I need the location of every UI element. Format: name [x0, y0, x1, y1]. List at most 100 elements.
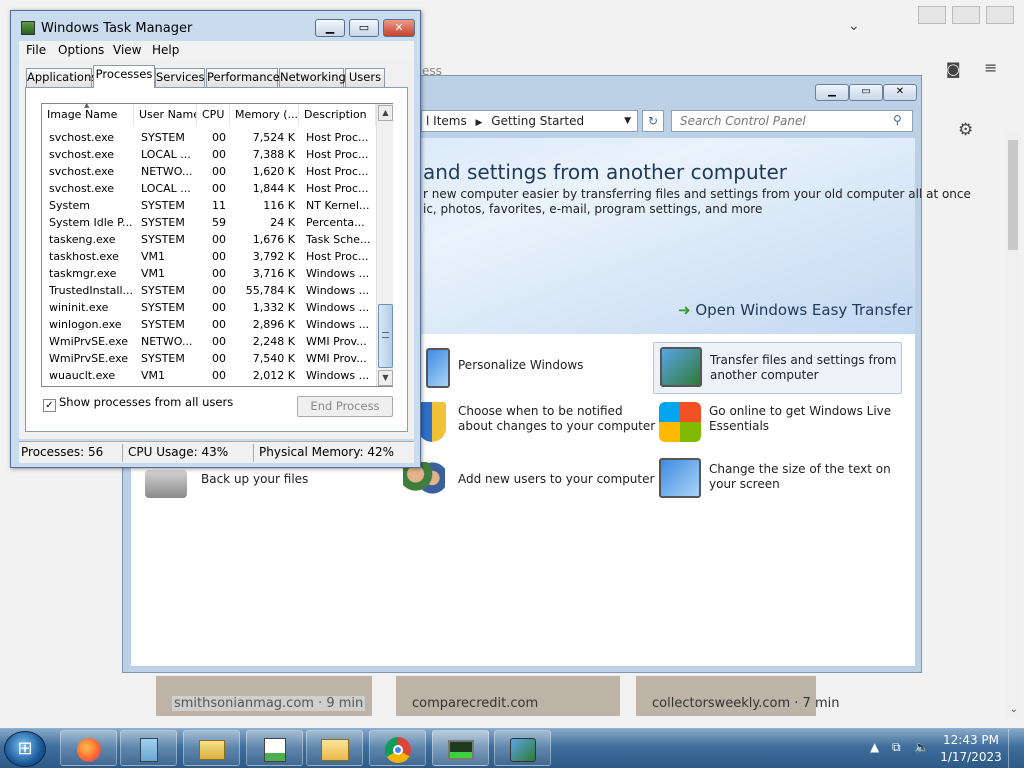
table-row[interactable]: System SYSTEM 11 116 K NT Kernel...	[42, 197, 376, 214]
tab-performance[interactable]: Performance	[206, 68, 280, 87]
network-icon[interactable]: ⧉	[892, 740, 901, 755]
transfer-computers-icon	[660, 347, 702, 387]
breadcrumb-item[interactable]: l Items	[426, 114, 467, 128]
minimize-button[interactable]: ▁	[815, 84, 849, 101]
shield-icon	[418, 402, 446, 442]
sort-ascending-icon: ▲	[84, 101, 90, 109]
gear-icon[interactable]: ⚙	[958, 120, 973, 140]
menu-help[interactable]: Help	[152, 43, 179, 57]
table-cell: LOCAL ...	[141, 182, 191, 195]
close-button[interactable]: ✕	[883, 84, 917, 101]
table-row[interactable]: wininit.exe SYSTEM 00 1,332 K Windows ...	[42, 299, 376, 316]
tab-users[interactable]: Users	[345, 68, 385, 87]
breadcrumb-current[interactable]: Getting Started	[491, 114, 584, 128]
start-button[interactable]: ⊞	[4, 731, 46, 767]
table-cell: Host Proc...	[306, 250, 369, 263]
maximize-button[interactable]: ▭	[349, 19, 379, 37]
table-cell: 1,620 K	[252, 165, 295, 178]
taskmgr-icon[interactable]	[432, 730, 489, 766]
process-list[interactable]: Image Name ▲ User Name CPU Memory (... D…	[41, 101, 393, 387]
table-row[interactable]: taskeng.exe SYSTEM 00 1,676 K Task Sche...	[42, 231, 376, 248]
search-input[interactable]: Search Control Panel	[671, 110, 913, 132]
column-header-user-name[interactable]: User Name	[134, 104, 197, 126]
task-notifications[interactable]: Choose when to be notified about changes…	[408, 398, 658, 450]
browser-close-button[interactable]	[986, 6, 1014, 24]
firefox-icon[interactable]	[60, 730, 117, 766]
show-desktop-button[interactable]	[1008, 729, 1024, 768]
menu-file[interactable]: File	[26, 43, 46, 57]
minimize-button[interactable]: ▁	[315, 19, 345, 37]
column-header-cpu[interactable]: CPU	[197, 104, 230, 126]
task-windows-live[interactable]: Go online to get Windows Live Essentials	[653, 398, 903, 450]
menu-view[interactable]: View	[113, 43, 141, 57]
browser-maximize-button[interactable]	[952, 6, 980, 24]
scroll-down-icon[interactable]: ⌄	[1010, 704, 1018, 715]
table-row[interactable]: taskmgr.exe VM1 00 3,716 K Windows ...	[42, 265, 376, 282]
show-all-users-checkbox[interactable]: ✓ Show processes from all users	[43, 395, 233, 412]
news-card-source[interactable]: comparecredit.com	[412, 696, 538, 711]
task-add-users[interactable]: Add new users to your computer	[403, 458, 654, 510]
address-dropdown-icon[interactable]: ▼	[624, 111, 631, 131]
table-cell: WmiPrvSE.exe	[49, 352, 129, 365]
status-processes: Processes: 56	[21, 445, 104, 459]
table-row[interactable]: WmiPrvSE.exe NETWO... 00 2,248 K WMI Prov...	[42, 333, 376, 350]
menu-icon[interactable]: ≡	[984, 58, 997, 77]
tab-processes[interactable]: Processes	[93, 65, 155, 88]
table-row[interactable]: System Idle P... SYSTEM 59 24 K Percenta...	[42, 214, 376, 231]
browser-minimize-button[interactable]	[918, 6, 946, 24]
paint-icon[interactable]	[246, 730, 303, 766]
menu-options[interactable]: Options	[58, 43, 104, 57]
explorer-icon[interactable]	[306, 730, 363, 766]
column-header-description[interactable]: Description	[299, 104, 376, 126]
table-cell: wuauclt.exe	[49, 369, 116, 382]
table-row[interactable]: WmiPrvSE.exe SYSTEM 00 7,540 K WMI Prov...	[42, 350, 376, 367]
clock-date[interactable]: 1/17/2023	[940, 750, 1002, 764]
column-header-memory[interactable]: Memory (...	[230, 104, 299, 126]
table-cell: 00	[212, 165, 226, 178]
table-cell: 2,896 K	[252, 318, 295, 331]
maximize-button[interactable]: ▭	[849, 84, 883, 101]
task-text-size[interactable]: Change the size of the text on your scre…	[653, 454, 903, 506]
notepad-icon[interactable]	[120, 730, 177, 766]
table-cell: 24 K	[270, 216, 295, 229]
easy-transfer-link[interactable]: ➜ Open Windows Easy Transfer	[678, 301, 912, 319]
chevron-down-icon[interactable]: ⌄	[848, 18, 860, 34]
search-icon[interactable]: ⚲	[893, 113, 902, 127]
hero-description: r new computer easier by transferring fi…	[423, 187, 971, 201]
show-hidden-icons-icon[interactable]: ▲	[870, 740, 879, 754]
end-process-button[interactable]: End Process	[297, 396, 393, 417]
pocket-icon[interactable]: ◙	[946, 60, 961, 78]
table-row[interactable]: wuauclt.exe VM1 00 2,012 K Windows ...	[42, 367, 376, 384]
volume-icon[interactable]: 🔈	[914, 740, 929, 754]
clock-time[interactable]: 12:43 PM	[940, 733, 1002, 747]
chrome-icon[interactable]	[369, 730, 426, 766]
folder-icon[interactable]	[183, 730, 240, 766]
browser-scroll-thumb[interactable]	[1008, 140, 1018, 250]
table-row[interactable]: svchost.exe NETWO... 00 1,620 K Host Proc...	[42, 163, 376, 180]
tab-networking[interactable]: Networking	[279, 68, 346, 87]
tab-services[interactable]: Services	[155, 68, 205, 87]
process-list-scrollbar[interactable]: ▲ ▼	[376, 104, 393, 386]
news-card-source[interactable]: collectorsweekly.com · 7 min	[652, 696, 839, 711]
table-row[interactable]: svchost.exe SYSTEM 00 7,524 K Host Proc...	[42, 129, 376, 146]
table-row[interactable]: svchost.exe LOCAL ... 00 7,388 K Host Proc..…	[42, 146, 376, 163]
tab-applications[interactable]: Applications	[26, 68, 97, 87]
task-personalize[interactable]: Personalize Windows	[408, 344, 658, 396]
table-cell: 11	[212, 199, 226, 212]
control-panel-icon[interactable]	[494, 730, 551, 766]
address-bar[interactable]: l Items ▶ Getting Started ▼	[421, 110, 638, 132]
news-card-source[interactable]: smithsonianmag.com · 9 min	[172, 696, 366, 711]
scroll-down-icon[interactable]: ▼	[378, 370, 393, 386]
checkbox-check-icon[interactable]: ✓	[43, 399, 56, 412]
close-button[interactable]: ✕	[383, 19, 415, 37]
task-transfer-files[interactable]: Transfer files and settings from another…	[653, 342, 902, 394]
scroll-up-icon[interactable]: ▲	[378, 105, 393, 121]
table-cell: WMI Prov...	[306, 352, 367, 365]
status-memory: Physical Memory: 42%	[259, 445, 395, 459]
refresh-icon[interactable]: ↻	[642, 110, 664, 132]
table-row[interactable]: taskhost.exe VM1 00 3,792 K Host Proc...	[42, 248, 376, 265]
table-row[interactable]: svchost.exe LOCAL ... 00 1,844 K Host Proc..…	[42, 180, 376, 197]
table-row[interactable]: TrustedInstall... SYSTEM 00 55,784 K Windows…	[42, 282, 376, 299]
table-row[interactable]: winlogon.exe SYSTEM 00 2,896 K Windows ...	[42, 316, 376, 333]
scroll-thumb[interactable]	[378, 304, 393, 368]
